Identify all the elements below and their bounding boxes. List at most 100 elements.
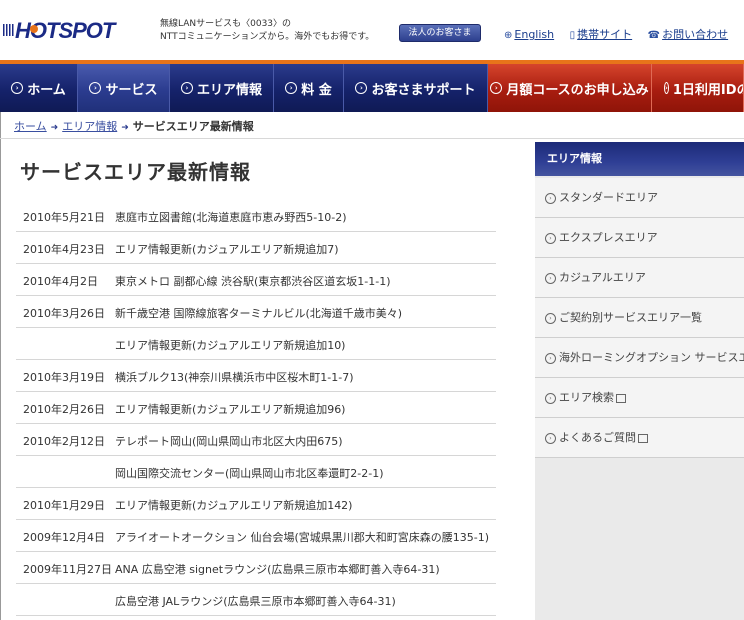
news-date: 2010年4月23日 [23, 243, 105, 256]
news-date: 2010年1月29日 [23, 499, 105, 512]
nav-monthly-signup[interactable]: › 月額コースのお申し込み [488, 64, 652, 112]
news-text: 恵庭市立図書館(北海道恵庭市恵み野西5-10-2) [115, 211, 347, 224]
news-date: 2010年2月12日 [23, 435, 105, 448]
sidebar-title: エリア情報 [535, 142, 744, 176]
breadcrumb: ホーム ➜ エリア情報 ➜ サービスエリア最新情報 [14, 118, 254, 134]
main-nav: › ホーム › サービス › エリア情報 › 料 金 › お客さまサポート › 月額コースの… [0, 60, 744, 112]
sidebar-item-faq[interactable]: › よくあるご質問 [535, 418, 744, 458]
nav-support-label: お客さまサポート [371, 82, 476, 98]
nav-home[interactable]: › ホーム [0, 64, 78, 112]
nav-area-info[interactable]: › エリア情報 [170, 64, 274, 112]
chevron-right-icon: › [545, 192, 556, 204]
phone-icon: ☎ [647, 30, 661, 41]
chevron-right-icon: › [285, 82, 298, 94]
chevron-right-icon: › [545, 432, 556, 444]
nav-support[interactable]: › お客さまサポート [344, 64, 488, 112]
nav-monthly-signup-label: 月額コースのお申し込み [506, 82, 649, 98]
chevron-right-icon: › [490, 82, 503, 94]
tagline-line-2: NTTコミュニケーションズから。海外でもお得です。 [160, 32, 375, 42]
news-text: テレポート岡山(岡山県岡山市北区大内田675) [115, 435, 343, 448]
chevron-right-icon: › [664, 82, 669, 94]
list-item: 2009年12月4日 アライオートオークション 仙台会場(宮城県黒川郡大和町宮床森… [16, 520, 496, 552]
sidebar-item-express-area[interactable]: › エクスプレスエリア [535, 218, 744, 258]
nav-area-info-label: エリア情報 [196, 82, 262, 98]
list-item: 広島空港 JALラウンジ(広島県三原市本郷町善入寺64-31) [16, 584, 496, 616]
chevron-right-icon: › [89, 82, 102, 94]
sidebar-item-casual-area[interactable]: › カジュアルエリア [535, 258, 744, 298]
chevron-right-icon: › [545, 392, 556, 404]
english-link[interactable]: ⊕ English [504, 28, 566, 41]
nav-home-label: ホーム [27, 82, 66, 98]
nav-items: › ホーム › サービス › エリア情報 › 料 金 › お客さまサポート › 月額コースの… [0, 64, 744, 112]
mobile-site-link[interactable]: ▯ 携帯サイト [570, 28, 645, 41]
hotspot-logo[interactable]: HOTSPOT [3, 10, 155, 48]
breadcrumb-area-info[interactable]: エリア情報 [62, 120, 117, 133]
sidebar-item-roaming-area[interactable]: ›海外ローミングオプション サービスエリア [535, 338, 744, 378]
mobile-site-link-label[interactable]: 携帯サイト [577, 28, 632, 41]
contact-link[interactable]: ☎ お問い合わせ [648, 28, 740, 41]
list-item: 2010年4月23日 エリア情報更新(カジュアルエリア新規追加7) [16, 232, 496, 264]
news-text: エリア情報更新(カジュアルエリア新規追加96) [115, 403, 346, 416]
sidebar-item-label: エリア検索 [559, 391, 614, 404]
news-date: 2010年2月26日 [23, 403, 105, 416]
chevron-right-icon: › [545, 312, 556, 324]
news-text: エリア情報更新(カジュアルエリア新規追加10) [115, 339, 346, 352]
news-text: 新千歳空港 国際線旅客ターミナルビル(北海道千歳市美々) [115, 307, 403, 320]
list-item: 岡山国際交流センター(岡山県岡山市北区奉還町2-2-1) [16, 456, 496, 488]
arrow-right-icon: ➜ [50, 123, 59, 133]
nav-daily-id[interactable]: › 1日利用IDの [652, 64, 744, 112]
list-item: 2010年3月26日 新千歳空港 国際線旅客ターミナルビル(北海道千歳市美々) [16, 296, 496, 328]
news-date: 2009年12月4日 [23, 531, 105, 544]
news-text: ANA 広島空港 signetラウンジ(広島県三原市本郷町善入寺64-31) [115, 563, 440, 576]
nav-service[interactable]: › サービス [78, 64, 170, 112]
external-window-icon [616, 393, 626, 403]
list-item: 2010年3月19日 横浜ブルク13(神奈川県横浜市中区桜木町1-1-7) [16, 360, 496, 392]
chevron-right-icon: › [11, 82, 24, 94]
nav-pricing[interactable]: › 料 金 [274, 64, 344, 112]
sidebar-item-contract-areas[interactable]: › ご契約別サービスエリア一覧 [535, 298, 744, 338]
globe-icon: ⊕ [504, 30, 513, 41]
header-tagline: 無線LANサービスも〈0033〉の NTTコミュニケーションズから。海外でもお得… [160, 18, 374, 44]
contact-link-label[interactable]: お問い合わせ [662, 28, 728, 41]
news-date: 2010年4月2日 [23, 275, 98, 288]
list-item: 2010年1月29日 エリア情報更新(カジュアルエリア新規追加142) [16, 488, 496, 520]
chevron-right-icon: › [545, 232, 556, 244]
news-text: 岡山国際交流センター(岡山県岡山市北区奉還町2-2-1) [115, 467, 384, 480]
header-links: ⊕ English ▯ 携帯サイト ☎ お問い合わせ [504, 26, 740, 42]
chevron-right-icon: › [180, 82, 193, 94]
list-item: 2010年2月26日 エリア情報更新(カジュアルエリア新規追加96) [16, 392, 496, 424]
news-date: 2009年11月27日 [23, 563, 112, 576]
list-item: 2010年2月12日 テレポート岡山(岡山県岡山市北区大内田675) [16, 424, 496, 456]
news-date: 2010年5月21日 [23, 211, 105, 224]
list-item: 2010年4月2日 東京メトロ 副都心線 渋谷駅(東京都渋谷区道玄坂1-1-1) [16, 264, 496, 296]
nav-daily-id-label: 1日利用IDの [672, 82, 744, 98]
arrow-right-icon: ➜ [121, 123, 129, 133]
news-text: エリア情報更新(カジュアルエリア新規追加142) [115, 499, 353, 512]
sidebar-item-label: スタンダードエリア [559, 191, 658, 204]
page-title: サービスエリア最新情報 [20, 160, 251, 184]
list-item: 2010年5月21日 恵庭市立図書館(北海道恵庭市恵み野西5-10-2) [16, 200, 496, 232]
breadcrumb-current: サービスエリア最新情報 [132, 120, 254, 133]
list-item: エリア情報更新(カジュアルエリア新規追加10) [16, 328, 496, 360]
news-text: エリア情報更新(カジュアルエリア新規追加7) [115, 243, 339, 256]
sidebar-item-label: よくあるご質問 [559, 431, 636, 444]
news-text: 横浜ブルク13(神奈川県横浜市中区桜木町1-1-7) [115, 371, 354, 384]
sidebar-item-label: ご契約別サービスエリア一覧 [559, 311, 702, 324]
news-date: 2010年3月19日 [23, 371, 105, 384]
mobile-icon: ▯ [569, 30, 576, 41]
sidebar-item-area-search[interactable]: › エリア検索 [535, 378, 744, 418]
chevron-right-icon: › [545, 352, 556, 364]
news-text: アライオートオークション 仙台会場(宮城県黒川郡大和町宮床森の腰135-1) [115, 531, 490, 544]
chevron-right-icon: › [355, 82, 368, 94]
breadcrumb-home[interactable]: ホーム [14, 120, 47, 133]
english-link-label[interactable]: English [514, 28, 554, 41]
external-window-icon [638, 433, 648, 443]
list-item: 2009年11月27日 ANA 広島空港 signetラウンジ(広島県三原市本郷町… [16, 552, 496, 584]
tagline-line-1: 無線LANサービスも〈0033〉の [160, 19, 292, 29]
site-header: HOTSPOT 無線LANサービスも〈0033〉の NTTコミュニケーションズか… [0, 0, 744, 60]
sidebar-item-label: 海外ローミングオプション サービスエリア [559, 351, 744, 364]
corporate-button[interactable]: 法人のお客さま [399, 24, 481, 42]
sidebar: エリア情報 › スタンダードエリア › エクスプレスエリア › カジュアルエリア › ご… [535, 142, 744, 620]
svg-text:HOTSPOT: HOTSPOT [15, 18, 117, 43]
sidebar-item-standard-area[interactable]: › スタンダードエリア [535, 178, 744, 218]
